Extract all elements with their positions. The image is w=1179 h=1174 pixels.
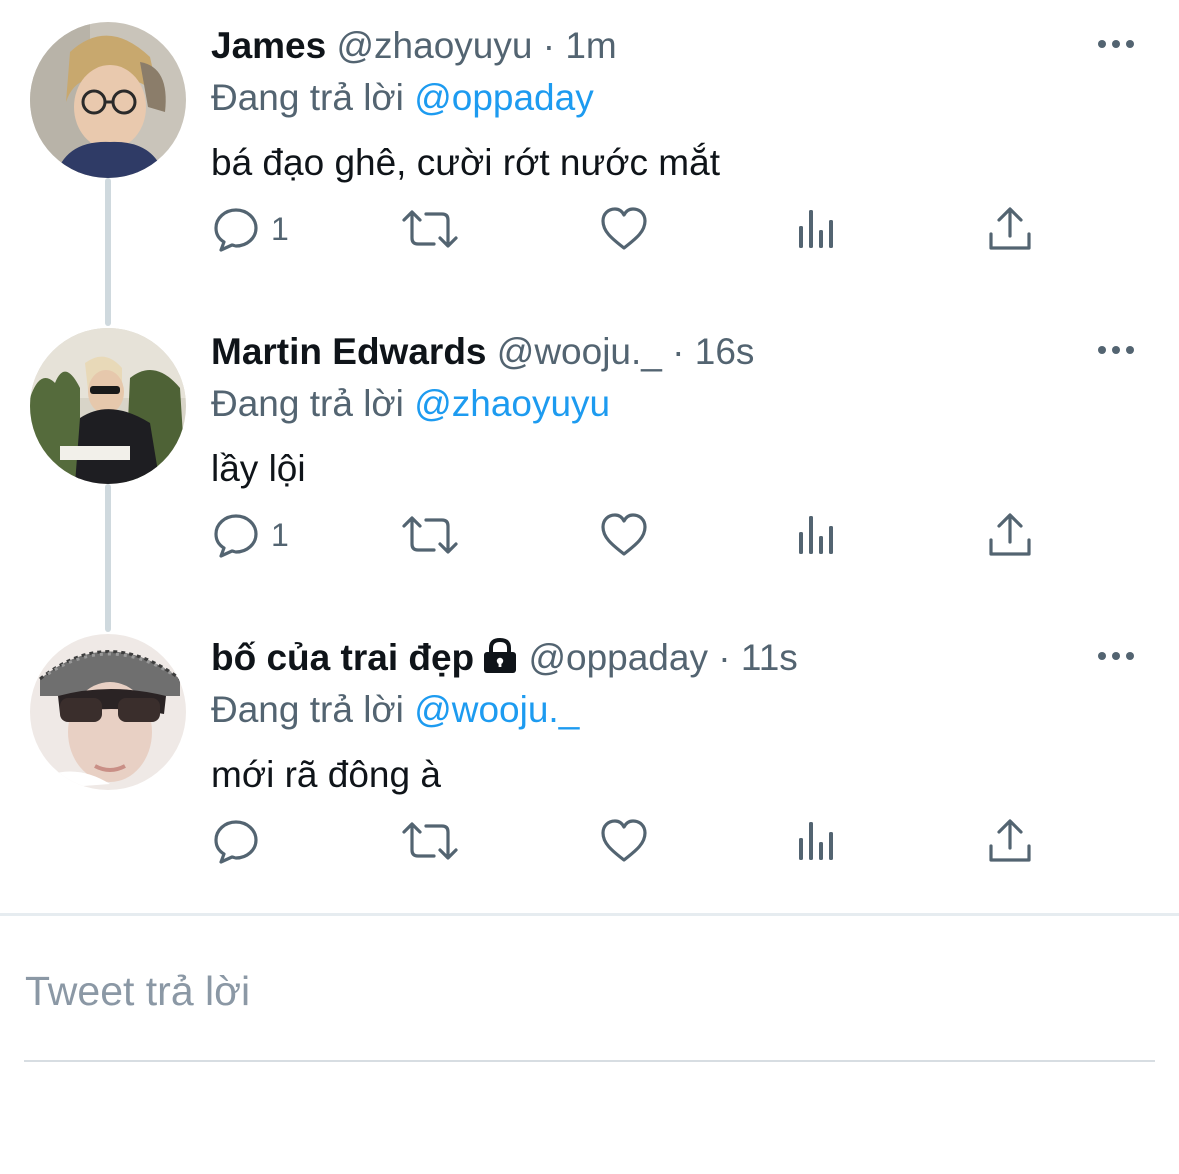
replying-to-line: Đang trả lời @wooju._ — [211, 688, 579, 732]
retweet-icon — [402, 516, 458, 554]
tweet-bo-cua-trai-dep[interactable]: bố của trai đẹp @oppaday · 11s Đang trả … — [0, 634, 1179, 940]
retweet-icon — [402, 210, 458, 248]
reply-placeholder: Tweet trả lời — [25, 968, 251, 1014]
like-button[interactable] — [599, 510, 649, 560]
retweet-button[interactable] — [400, 204, 460, 254]
tweet-text: mới rã đông à — [211, 754, 441, 795]
reply-button[interactable] — [211, 816, 271, 866]
display-name[interactable]: Martin Edwards — [211, 331, 487, 372]
tweet-thread: James @zhaoyuyu · 1m Đang trả lời @oppad… — [0, 0, 1179, 1174]
like-button[interactable] — [599, 816, 649, 866]
tweet-header: Martin Edwards @wooju._ · 16s — [211, 330, 754, 374]
tweet-james[interactable]: James @zhaoyuyu · 1m Đang trả lời @oppad… — [0, 22, 1179, 328]
reply-count: 1 — [271, 516, 289, 553]
mention-link[interactable]: @oppaday — [414, 77, 594, 118]
like-icon — [601, 819, 647, 862]
avatar[interactable] — [30, 22, 186, 178]
share-button[interactable] — [987, 204, 1033, 254]
replying-label: Đang trả lời — [211, 689, 404, 730]
share-button[interactable] — [987, 816, 1033, 866]
mention-link[interactable]: @zhaoyuyu — [414, 383, 610, 424]
tweet-header: bố của trai đẹp @oppaday · 11s — [211, 636, 798, 684]
share-icon — [989, 819, 1031, 862]
avatar[interactable] — [30, 328, 186, 484]
analytics-icon — [799, 516, 833, 554]
reply-compose-field[interactable]: Tweet trả lời — [24, 960, 1155, 1062]
separator-dot: · — [542, 25, 556, 66]
analytics-button[interactable] — [795, 204, 841, 254]
divider — [0, 913, 1179, 916]
like-icon — [601, 513, 647, 556]
separator-dot: · — [672, 331, 685, 372]
user-handle[interactable]: @zhaoyuyu — [337, 25, 533, 66]
share-icon — [989, 207, 1031, 250]
separator-dot: · — [718, 637, 731, 678]
tweet-martin-edwards[interactable]: Martin Edwards @wooju._ · 16s Đang trả l… — [0, 328, 1179, 634]
tweet-text: lầy lội — [211, 448, 306, 489]
replying-to-line: Đang trả lời @oppaday — [211, 76, 594, 120]
user-handle[interactable]: @oppaday — [528, 637, 708, 678]
display-name[interactable]: James — [211, 25, 326, 66]
more-options-button[interactable] — [1096, 646, 1136, 666]
share-button[interactable] — [987, 510, 1033, 560]
tweet-header: James @zhaoyuyu · 1m — [211, 24, 617, 68]
retweet-button[interactable] — [400, 510, 460, 560]
replying-to-line: Đang trả lời @zhaoyuyu — [211, 382, 610, 426]
share-icon — [989, 513, 1031, 556]
reply-button[interactable]: 1 — [211, 510, 289, 560]
display-name[interactable]: bố của trai đẹp — [211, 637, 474, 678]
retweet-icon — [402, 822, 458, 860]
timestamp[interactable]: 1m — [565, 25, 616, 66]
reply-button[interactable]: 1 — [211, 204, 289, 254]
mention-link[interactable]: @wooju._ — [414, 689, 579, 730]
more-options-button[interactable] — [1096, 340, 1136, 360]
tweet-text: bá đạo ghê, cười rớt nước mắt — [211, 142, 720, 183]
retweet-button[interactable] — [400, 816, 460, 866]
timestamp[interactable]: 16s — [695, 331, 755, 372]
avatar[interactable] — [30, 634, 186, 790]
more-icon — [1098, 652, 1134, 660]
analytics-button[interactable] — [795, 816, 841, 866]
lock-icon — [482, 637, 518, 684]
reply-icon — [214, 820, 258, 864]
replying-label: Đang trả lời — [211, 383, 404, 424]
reply-icon — [214, 514, 258, 558]
analytics-icon — [799, 822, 833, 860]
like-icon — [601, 207, 647, 250]
more-icon — [1098, 346, 1134, 354]
more-options-button[interactable] — [1096, 34, 1136, 54]
timestamp[interactable]: 11s — [741, 637, 798, 678]
user-handle[interactable]: @wooju._ — [497, 331, 662, 372]
analytics-button[interactable] — [795, 510, 841, 560]
reply-count: 1 — [271, 210, 289, 247]
like-button[interactable] — [599, 204, 649, 254]
reply-icon — [214, 208, 258, 252]
replying-label: Đang trả lời — [211, 77, 404, 118]
analytics-icon — [799, 210, 833, 248]
more-icon — [1098, 40, 1134, 48]
